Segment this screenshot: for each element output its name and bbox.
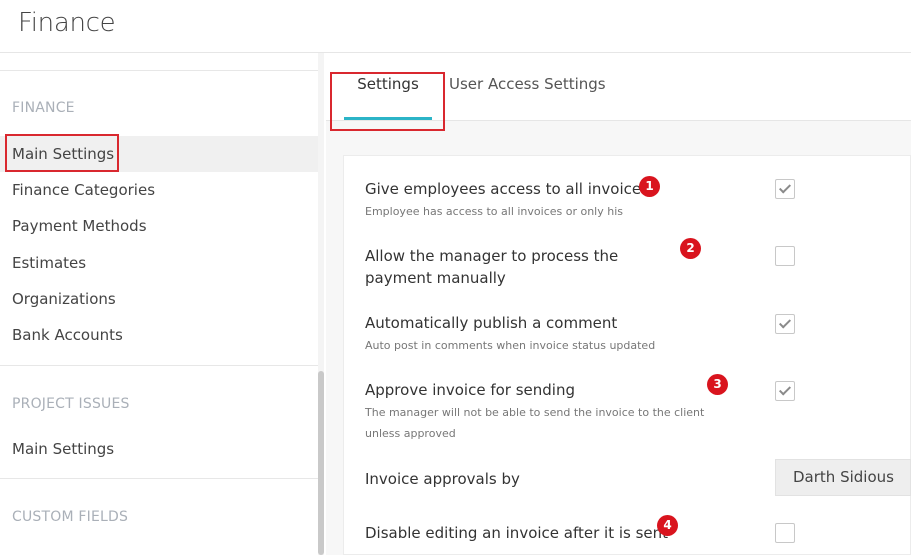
sidebar-item-label: Organizations [12,290,116,308]
sidebar-divider [0,478,320,479]
step-badge: 3 [707,374,728,395]
top-bar: Finance [0,0,911,53]
setting-desc-approve-invoice: The manager will not be able to send the… [365,406,705,440]
sidebar: FINANCE Main Settings Finance Categories… [0,53,324,555]
sidebar-item-main-settings[interactable]: Main Settings [0,136,320,172]
sidebar-item-bank-accounts[interactable]: Bank Accounts [0,317,320,353]
setting-desc-access-all-invoices: Employee has access to all invoices or o… [365,205,624,218]
checkbox-process-payment[interactable] [775,246,795,266]
tabs-bar: Settings User Access Settings [326,53,911,121]
sidebar-item-payment-methods[interactable]: Payment Methods [0,208,320,244]
sidebar-divider [0,365,320,366]
checkbox-approve-invoice[interactable] [775,381,795,401]
sidebar-item-label: Finance Categories [12,181,156,199]
check-icon [778,316,792,329]
setting-title-auto-publish-comment: Automatically publish a comment [365,314,618,332]
sidebar-item-label: Bank Accounts [12,326,123,344]
tab-settings[interactable]: Settings [344,75,432,120]
page-title: Finance [18,8,116,38]
setting-title-process-payment: Allow the manager to process the payment… [365,247,619,287]
setting-title-approve-invoice: Approve invoice for sending [365,381,575,399]
sidebar-section-custom-fields: CUSTOM FIELDS [12,509,129,525]
settings-card: Give employees access to all invoices Em… [343,155,911,555]
checkbox-access-all-invoices[interactable] [775,179,795,199]
tab-user-access-settings[interactable]: User Access Settings [449,75,619,111]
sidebar-item-label: Estimates [12,254,87,272]
main-content: Settings User Access Settings Give emplo… [326,53,911,555]
setting-title-access-all-invoices: Give employees access to all invoices [365,180,649,198]
sidebar-section-finance: FINANCE [12,100,75,116]
setting-desc-auto-publish-comment: Auto post in comments when invoice statu… [365,339,656,352]
setting-title-disable-editing: Disable editing an invoice after it is s… [365,524,669,542]
check-icon [778,181,792,194]
checkbox-disable-editing[interactable] [775,523,795,543]
step-badge: 1 [639,176,660,197]
sidebar-scrollbar-thumb[interactable] [318,371,324,555]
sidebar-item-estimates[interactable]: Estimates [0,245,320,281]
check-icon [778,383,792,396]
sidebar-item-label: Payment Methods [12,217,147,235]
sidebar-item-label: Main Settings [12,145,115,163]
checkbox-auto-publish-comment[interactable] [775,314,795,334]
setting-title-invoice-approvals-by: Invoice approvals by [365,470,520,488]
sidebar-section-project-issues: PROJECT ISSUES [12,396,130,412]
step-badge: 2 [680,238,701,259]
sidebar-item-finance-categories[interactable]: Finance Categories [0,172,320,208]
sidebar-item-label: Main Settings [12,440,115,458]
step-badge: 4 [657,515,678,536]
sidebar-divider [0,70,320,71]
sidebar-item-organizations[interactable]: Organizations [0,281,320,317]
invoice-approvals-select[interactable]: Darth Sidious [775,459,911,496]
sidebar-item-project-main-settings[interactable]: Main Settings [0,431,320,467]
